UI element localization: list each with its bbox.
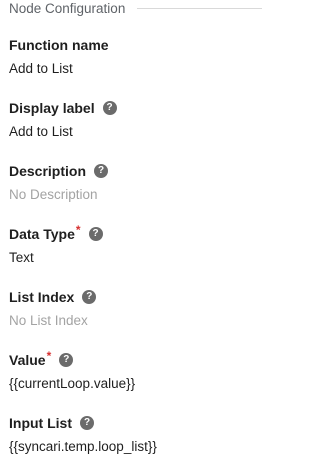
field-data-type: Data Type * ? Text — [9, 223, 259, 268]
function-name-label: Function name — [9, 37, 109, 53]
section-title: Node Configuration — [9, 0, 126, 16]
field-label: Description ? — [9, 162, 259, 180]
field-function-name: Function name Add to List — [9, 36, 259, 79]
data-type-label: Data Type — [9, 226, 75, 242]
value-label: Value — [9, 352, 46, 368]
field-label: Display label ? — [9, 99, 259, 117]
help-icon[interactable]: ? — [102, 101, 117, 115]
field-list-index: List Index ? No List Index — [9, 288, 259, 331]
value-value[interactable]: {{currentLoop.value}} — [9, 376, 259, 394]
field-input-list: Input List ? {{syncari.temp.loop_list}} — [9, 414, 259, 457]
description-value[interactable]: No Description — [9, 187, 259, 205]
display-label-label: Display label — [9, 100, 95, 116]
data-type-value[interactable]: Text — [9, 250, 259, 268]
field-value: Value * ? {{currentLoop.value}} — [9, 349, 259, 394]
help-icon[interactable]: ? — [88, 227, 103, 241]
help-icon[interactable]: ? — [80, 416, 94, 430]
input-list-value[interactable]: {{syncari.temp.loop_list}} — [9, 439, 259, 457]
list-index-value[interactable]: No List Index — [9, 313, 259, 331]
field-label: Function name — [9, 36, 259, 54]
input-list-label: Input List — [9, 415, 72, 431]
field-label: Input List ? — [9, 414, 259, 432]
display-label-value[interactable]: Add to List — [9, 124, 259, 142]
help-icon[interactable]: ? — [82, 290, 97, 304]
section-header: Node Configuration — [9, 0, 262, 17]
field-display-label: Display label ? Add to List — [9, 99, 259, 142]
field-description: Description ? No Description — [9, 162, 259, 205]
section-divider — [137, 7, 262, 9]
node-configuration-panel: Node Configuration Function name Add to … — [0, 0, 262, 466]
field-label: Data Type * ? — [9, 223, 259, 243]
function-name-value[interactable]: Add to List — [9, 61, 259, 79]
field-label: List Index ? — [9, 288, 259, 306]
list-index-label: List Index — [9, 289, 75, 305]
required-marker: * — [75, 223, 81, 237]
field-label: Value * ? — [9, 349, 259, 369]
description-label: Description — [9, 163, 87, 179]
help-icon[interactable]: ? — [59, 353, 74, 367]
required-marker: * — [46, 349, 52, 363]
help-icon[interactable]: ? — [94, 164, 109, 178]
